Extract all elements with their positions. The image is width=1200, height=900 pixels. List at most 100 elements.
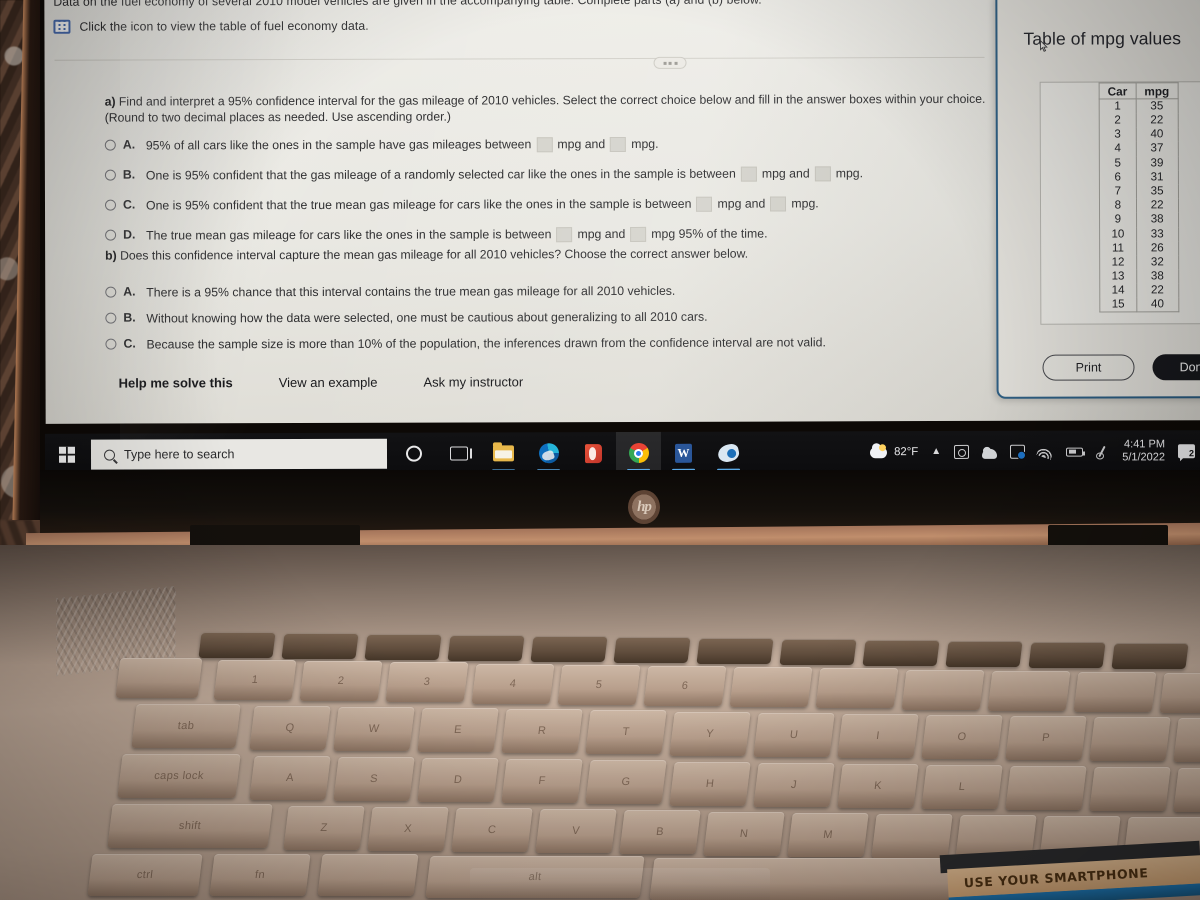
radio-button-icon[interactable] [104,199,117,211]
answer-blank-1[interactable] [556,226,573,242]
table-icon-row[interactable]: Click the icon to view the table of fuel… [53,16,983,35]
key-fn[interactable]: fn [209,854,311,896]
key-function-5[interactable] [530,636,608,662]
help-me-solve-this-link[interactable]: Help me solve this [119,375,233,390]
key-esc[interactable] [115,658,203,698]
key-function-8[interactable] [779,639,857,665]
key-function-12[interactable] [1111,643,1189,669]
google-chrome-button[interactable] [615,431,662,475]
key-function-4[interactable] [447,635,525,661]
key-a-10[interactable] [1089,767,1171,811]
key-J[interactable]: J [753,762,835,807]
key-U[interactable]: U [753,712,835,757]
key-function-2[interactable] [281,633,359,659]
key-F[interactable]: F [501,759,583,804]
key-C[interactable]: C [451,808,533,853]
answer-blank-2[interactable] [814,165,831,181]
part-b-option-c[interactable]: C. Because the sample size is more than … [105,333,1005,353]
collapse-dots-button[interactable] [653,56,687,69]
key-5[interactable]: 5 [557,664,641,705]
key-6[interactable]: 6 [643,666,727,706]
key-function-3[interactable] [364,634,442,660]
key-num-8[interactable] [901,669,985,710]
key-1[interactable]: 1 [213,660,297,700]
key-function-1[interactable] [198,632,276,658]
key-K[interactable]: K [837,763,919,808]
key-3[interactable]: 3 [385,662,469,703]
weather-widget[interactable]: 82°F [870,446,918,458]
radio-button-icon[interactable] [105,229,117,241]
part-a-option-d[interactable]: D. The true mean gas mileage for cars li… [105,224,1005,244]
answer-blank-1[interactable] [536,136,553,152]
key-I[interactable]: I [837,713,919,758]
print-button[interactable]: Print [1042,354,1135,381]
key-P[interactable]: P [1005,715,1087,760]
key-Y[interactable]: Y [669,711,751,756]
key-Z[interactable]: Z [283,806,365,850]
key-function-7[interactable] [696,638,774,664]
key-num-6[interactable] [729,667,813,708]
key-S[interactable]: S [333,757,415,802]
key-a-9[interactable] [1005,765,1087,810]
file-explorer-button[interactable] [481,432,526,474]
key-function-11[interactable] [1028,642,1106,668]
key-4[interactable]: 4 [471,663,555,704]
key-num-7[interactable] [815,668,899,709]
key-E[interactable]: E [417,708,499,753]
display-settings-icon[interactable] [1010,444,1026,459]
key-V[interactable]: V [535,809,617,854]
key-W[interactable]: W [333,707,415,752]
part-a-option-c[interactable]: C. One is 95% confident that the true me… [104,194,1005,214]
view-an-example-link[interactable]: View an example [279,375,378,390]
key-num-11[interactable] [1159,673,1200,714]
key-function-6[interactable] [613,637,691,663]
key-T[interactable]: T [585,710,667,755]
answer-blank-2[interactable] [770,195,787,212]
key-a-11[interactable] [1173,768,1200,813]
key-q-11[interactable] [1173,718,1200,763]
radio-button-icon[interactable] [104,169,116,181]
key-shift[interactable]: shift [107,804,273,848]
key-2[interactable]: 2 [299,661,383,702]
key-ctrl[interactable]: ctrl [87,854,203,896]
radio-button-icon[interactable] [104,139,116,151]
key-caps-lock[interactable]: caps lock [117,754,241,798]
key-N[interactable]: N [703,811,785,856]
key-windows[interactable] [317,854,419,896]
camera-icon[interactable] [954,444,970,459]
task-view-button[interactable] [436,432,481,474]
microsoft-word-button[interactable]: W [661,432,706,474]
taskbar-search-input[interactable]: Type here to search [90,438,388,470]
microsoft-edge-button[interactable] [526,432,571,474]
ask-my-instructor-link[interactable]: Ask my instructor [423,374,523,389]
key-R[interactable]: R [501,709,583,754]
clock-widget[interactable]: 4:41 PM 5/1/2022 [1122,438,1165,464]
radio-button-icon[interactable] [105,286,117,298]
answer-blank-2[interactable] [610,136,627,152]
key-H[interactable]: H [669,761,751,806]
mpg-table-dialog[interactable]: Table of mpg values Car mpg 1 35 2 22 3 40 4 37… [995,0,1200,399]
answer-blank-2[interactable] [630,226,647,242]
key-L[interactable]: L [921,764,1003,809]
key-q-10[interactable] [1089,717,1171,761]
pen-icon[interactable] [1096,445,1109,458]
part-b-option-a[interactable]: A. There is a 95% chance that this inter… [105,281,1005,301]
table-data-icon[interactable] [53,19,71,34]
key-O[interactable]: O [921,714,1003,759]
key-num-9[interactable] [987,670,1071,711]
onedrive-icon[interactable] [982,448,998,459]
radio-button-icon[interactable] [105,338,117,350]
radio-button-icon[interactable] [105,312,117,324]
wifi-icon[interactable] [1036,443,1055,460]
done-button[interactable]: Done [1152,354,1200,381]
key-function-9[interactable] [862,640,940,666]
key-A[interactable]: A [249,756,331,800]
key-B[interactable]: B [619,810,701,855]
trackpad[interactable] [470,868,770,900]
answer-blank-1[interactable] [740,166,757,182]
part-b-option-b[interactable]: B. Without knowing how the data were sel… [105,307,1005,327]
key-function-10[interactable] [945,641,1023,667]
key-X[interactable]: X [367,807,449,852]
notifications-icon[interactable]: 2 [1177,444,1196,459]
part-a-option-a[interactable]: A. 95% of all cars like the ones in the … [104,134,1005,154]
